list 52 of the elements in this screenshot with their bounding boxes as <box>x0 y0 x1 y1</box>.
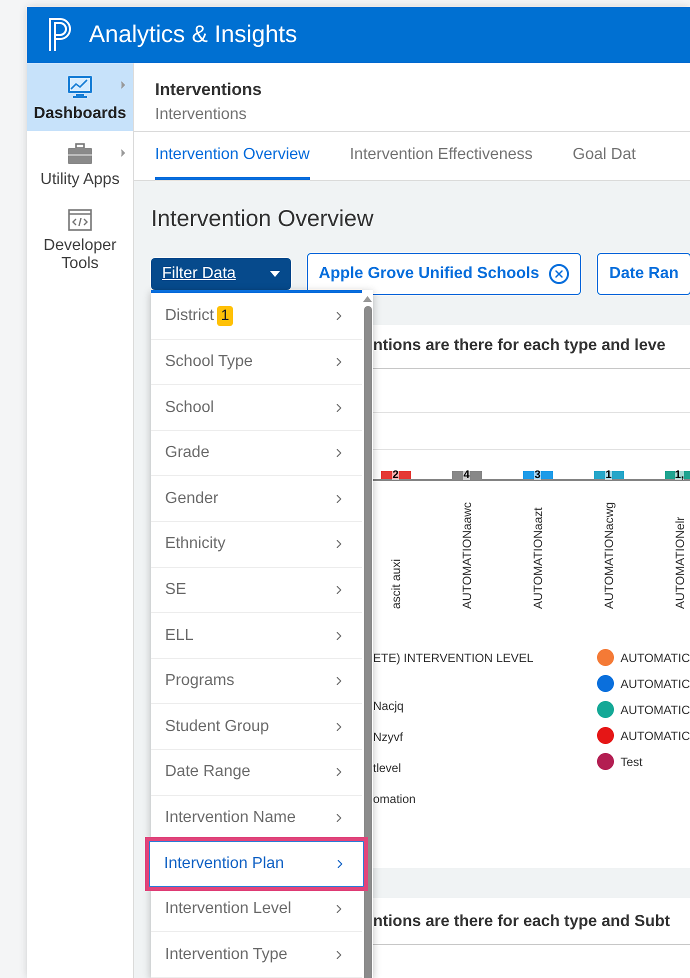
filter-menu-item[interactable]: SE <box>151 568 362 614</box>
filter-menu-item[interactable]: Ethnicity <box>151 522 362 568</box>
legend-label: omation <box>373 790 417 808</box>
tab[interactable]: Goal Dat <box>572 132 636 180</box>
legend-label: AUTOMATIC <box>620 702 690 718</box>
legend-label: Test <box>620 754 642 770</box>
bar-category-label: AUTOMATIONaazt <box>530 506 546 608</box>
caret-icon <box>270 270 280 276</box>
sidebar-item[interactable]: Developer Tools <box>27 197 133 281</box>
bar-category-label: ascit auxi <box>388 557 404 608</box>
legend-label: AUTOMATIC <box>620 676 690 692</box>
breadcrumb-subtitle: Interventions <box>155 104 248 124</box>
legend-label: Nacjq <box>373 698 405 714</box>
sidebar-item[interactable]: Utility Apps <box>27 131 133 197</box>
filter-menu-item[interactable]: School Type <box>151 340 362 386</box>
filter-data-button[interactable]: Filter Data <box>151 258 291 290</box>
bar-value-label: 1 <box>605 470 612 480</box>
filter-menu-item[interactable]: ELL <box>151 613 362 659</box>
legend-label: tlevel <box>373 760 402 776</box>
bar-value-label: 4 <box>463 470 470 480</box>
bar-category-label: AUTOMATIONaawc <box>458 500 474 608</box>
filter-menu-item[interactable]: Intervention Level <box>151 886 362 932</box>
count-badge: 1 <box>216 306 234 326</box>
legend-label: AUTOMATIC <box>620 650 690 666</box>
legend-label: AUTOMATIC <box>620 728 690 744</box>
code-window-icon <box>68 209 92 231</box>
filter-menu-item[interactable]: Date Range <box>151 750 362 796</box>
breadcrumb-title: Interventions <box>155 79 263 101</box>
bar-value-label: 3 <box>534 470 541 480</box>
monitor-chart-icon <box>67 75 93 99</box>
legend-heading: ETE) INTERVENTION LEVEL <box>373 650 534 666</box>
filter-menu-item[interactable]: School <box>151 385 362 431</box>
toolbox-icon <box>67 143 93 165</box>
page-title: Intervention Overview <box>150 204 374 233</box>
filter-menu-item[interactable]: Programs <box>151 658 362 704</box>
sidebar-item[interactable]: Dashboards <box>27 63 133 131</box>
bar-category-label: AUTOMATIONacwg <box>600 500 616 608</box>
tab[interactable]: Intervention Overview <box>155 132 310 180</box>
filter-menu-item[interactable]: Grade <box>151 430 362 476</box>
app-title: Analytics & Insights <box>89 20 298 50</box>
filter-menu-item[interactable]: Student Group <box>151 704 362 750</box>
filter-chip[interactable]: Date Ran <box>597 252 690 294</box>
remove-icon[interactable] <box>549 264 570 284</box>
filter-menu-item[interactable]: Intervention Type <box>151 932 362 978</box>
legend-label: Nzyvf <box>373 728 404 746</box>
filter-menu-item[interactable]: District 1 <box>151 294 362 340</box>
tab[interactable]: Intervention Effectiveness <box>350 132 533 180</box>
bar-value-label: 2 <box>392 470 399 480</box>
bar-value-label: 1, <box>674 470 684 480</box>
filter-chip[interactable]: Apple Grove Unified Schools <box>306 252 582 294</box>
bar-category-label: AUTOMATIONelr <box>672 515 688 608</box>
filter-menu-item[interactable]: Gender <box>151 476 362 522</box>
